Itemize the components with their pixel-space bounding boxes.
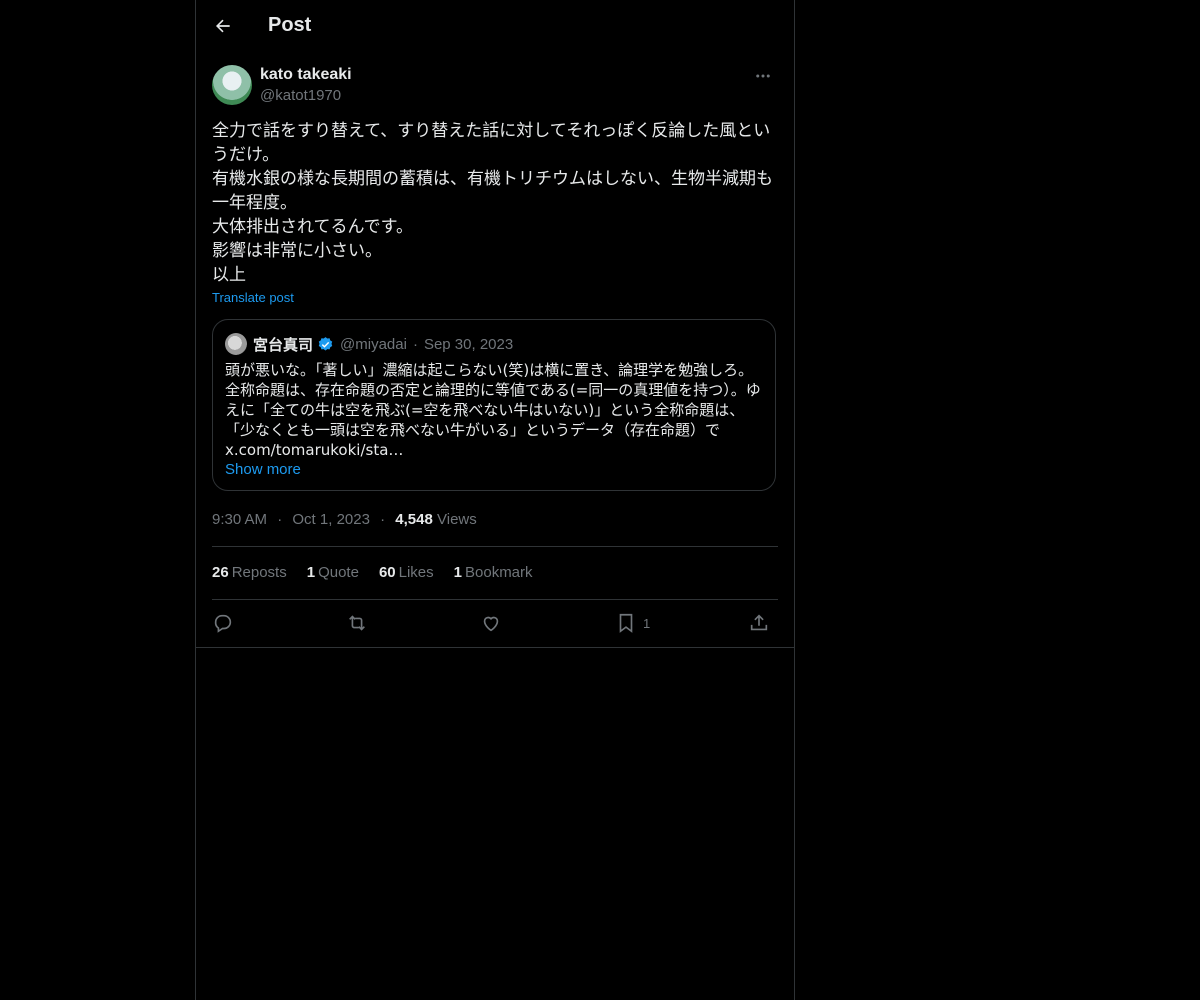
- stat-count: 1: [453, 564, 462, 581]
- quoted-author-name: 宮台真司: [253, 336, 314, 354]
- post-line: 全力で話をすり替えて、すり替えた話に対してそれっぽく反論した風というだけ。: [212, 121, 771, 165]
- divider: [212, 599, 778, 600]
- reposts-stat[interactable]: 26 Reposts: [212, 564, 287, 581]
- separator-dot: ·: [412, 335, 418, 353]
- bookmark-count: 1: [643, 615, 651, 631]
- verified-badge-icon: [318, 336, 333, 351]
- repost-button[interactable]: [346, 609, 368, 637]
- divider: [212, 546, 778, 547]
- like-button[interactable]: [480, 609, 502, 637]
- post-author: kato takeaki @katot1970: [212, 64, 778, 108]
- stat-label: Likes: [398, 564, 434, 581]
- quoted-post-header: 宮台真司 @miyadai · Sep 30, 2023: [225, 332, 765, 356]
- page-header: Post: [196, 0, 794, 53]
- stat-label: Bookmark: [465, 564, 533, 581]
- author-name[interactable]: kato takeaki: [260, 66, 352, 84]
- views-count: 4,548: [395, 511, 433, 528]
- post-meta: 9:30 AM · Oct 1, 2023 · 4,548 Views: [212, 511, 477, 528]
- separator-dot: ·: [380, 511, 386, 528]
- translate-post-link[interactable]: Translate post: [212, 290, 294, 305]
- back-button[interactable]: [208, 11, 238, 41]
- avatar[interactable]: [212, 65, 252, 105]
- reply-button[interactable]: [212, 609, 234, 637]
- like-icon: [483, 616, 499, 632]
- likes-stat[interactable]: 60 Likes: [379, 564, 434, 581]
- share-button[interactable]: [748, 609, 770, 637]
- post-line: 以上: [212, 265, 246, 285]
- more-icon: [756, 74, 770, 78]
- quoted-avatar: [225, 333, 247, 355]
- quoted-post[interactable]: 宮台真司 @miyadai · Sep 30, 2023 頭が悪いな。「著しい」…: [212, 319, 776, 491]
- quoted-date: Sep 30, 2023: [423, 335, 514, 353]
- back-arrow-icon: [216, 19, 230, 33]
- post-bottom-border: [196, 647, 794, 648]
- quoted-author-handle: @miyadai: [340, 335, 407, 353]
- stat-count: 1: [306, 564, 316, 581]
- share-icon: [750, 614, 768, 631]
- bookmarks-stat[interactable]: 1 Bookmark: [454, 564, 533, 581]
- post-actions: 1: [212, 609, 778, 637]
- post-line: 有機水銀の様な長期間の蓄積は、有機トリチウムはしない、生物半減期も一年程度。: [212, 169, 773, 213]
- post-date[interactable]: Oct 1, 2023: [292, 511, 370, 528]
- stat-label: Reposts: [231, 564, 287, 581]
- page-title: Post: [268, 14, 312, 36]
- stat-count: 26: [212, 564, 229, 581]
- show-more-link[interactable]: Show more: [225, 461, 301, 478]
- post-line: 大体排出されてるんです。: [212, 217, 413, 237]
- views-label: Views: [437, 511, 477, 528]
- post-column: Post kato takeaki @katot1970 全力で話をすり替えて、…: [195, 0, 795, 1000]
- bookmark-button[interactable]: 1: [615, 609, 650, 637]
- stat-count: 60: [378, 564, 396, 581]
- post-stats: 26 Reposts 1 Quote 60 Likes 1 Bookmark: [212, 564, 553, 581]
- quotes-stat[interactable]: 1 Quote: [307, 564, 359, 581]
- post-line: 影響は非常に小さい。: [212, 241, 382, 261]
- author-handle[interactable]: @katot1970: [260, 87, 341, 104]
- post-text: 全力で話をすり替えて、すり替えた話に対してそれっぽく反論した風というだけ。 有機…: [212, 119, 778, 287]
- repost-icon: [349, 615, 365, 631]
- post-time[interactable]: 9:30 AM: [212, 511, 267, 528]
- separator-dot: ·: [277, 511, 283, 528]
- more-options-button[interactable]: [748, 64, 778, 88]
- quoted-text: 頭が悪いな。「著しい」濃縮は起こらない(笑)は横に置き、論理学を勉強しろ。全称命…: [225, 361, 761, 459]
- reply-icon: [214, 614, 232, 633]
- stat-label: Quote: [318, 564, 359, 581]
- bookmark-icon: [619, 613, 633, 633]
